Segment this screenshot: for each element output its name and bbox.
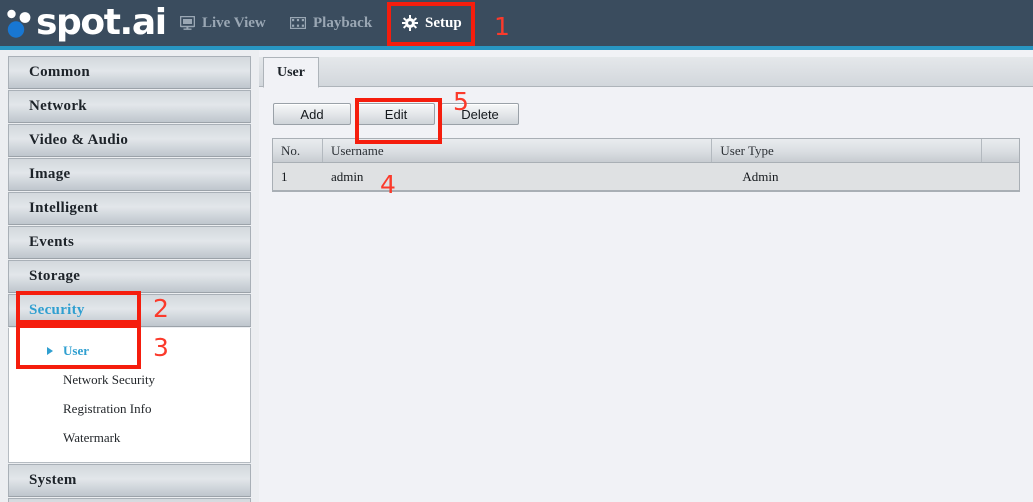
- cell-username: admin: [330, 168, 364, 184]
- sidebar-label-network: Network: [29, 98, 87, 114]
- column-header-username[interactable]: Username: [323, 139, 713, 162]
- nav-item-live-view[interactable]: Live View: [168, 0, 278, 46]
- column-header-user-type[interactable]: User Type: [712, 139, 983, 162]
- gear-icon: [402, 15, 418, 31]
- sidebar-label-storage: Storage: [29, 268, 81, 284]
- content-tabbar: User: [259, 57, 1033, 88]
- nav-label-setup: Setup: [425, 15, 462, 31]
- sidebar-groups: Common Network Video & Audio Image Intel…: [8, 56, 251, 502]
- column-header-spacer: [982, 139, 1019, 162]
- sidebar-item-common[interactable]: Common: [8, 56, 251, 89]
- add-button[interactable]: Add: [273, 103, 351, 125]
- brand-name: spot.ai: [36, 2, 167, 43]
- sidebar-label-security: Security: [29, 302, 85, 318]
- sidebar-item-events[interactable]: Events: [8, 226, 251, 259]
- sidebar-security-submenu: User Network Security Registration Info …: [8, 328, 251, 463]
- sidebar-label-image: Image: [29, 166, 71, 182]
- sidebar-item-watermark[interactable]: Watermark: [9, 423, 250, 452]
- nav-label-live-view: Live View: [202, 15, 266, 31]
- cell-user-type: Admin: [742, 168, 779, 184]
- sidebar-label-events: Events: [29, 234, 75, 250]
- nav-item-setup[interactable]: Setup: [390, 0, 474, 46]
- sidebar-label-registration-info: Registration Info: [63, 400, 152, 416]
- user-table: No. Username User Type 1 admin Admin: [272, 138, 1020, 192]
- sidebar-label-video-audio: Video & Audio: [29, 132, 129, 148]
- user-toolbar: Add Edit Delete: [273, 103, 519, 125]
- column-header-no[interactable]: No.: [273, 139, 323, 162]
- sidebar-item-video-audio[interactable]: Video & Audio: [8, 124, 251, 157]
- sidebar-item-network[interactable]: Network: [8, 90, 251, 123]
- edit-button-label: Edit: [384, 106, 408, 122]
- user-table-header: No. Username User Type: [273, 139, 1019, 163]
- sidebar-label-common: Common: [29, 64, 90, 80]
- tab-label-user: User: [277, 64, 305, 80]
- main-content: User Add Edit Delete No. Username User T…: [259, 50, 1033, 502]
- cell-no: 1: [281, 168, 288, 184]
- brand-logo[interactable]: spot.ai: [6, 1, 167, 45]
- film-strip-icon: [290, 17, 306, 29]
- tab-user[interactable]: User: [263, 57, 319, 88]
- delete-button-label: Delete: [461, 106, 499, 122]
- nav-label-playback: Playback: [313, 15, 373, 31]
- delete-button[interactable]: Delete: [441, 103, 519, 125]
- sidebar-label-network-security: Network Security: [63, 371, 156, 387]
- sidebar-item-storage[interactable]: Storage: [8, 260, 251, 293]
- sidebar-label-intelligent: Intelligent: [29, 200, 99, 216]
- sidebar-item-registration-info[interactable]: Registration Info: [9, 394, 250, 423]
- sidebar-label-system: System: [29, 472, 77, 488]
- triangle-right-icon: [47, 346, 53, 355]
- nav-item-playback[interactable]: Playback: [278, 0, 384, 46]
- edit-button[interactable]: Edit: [357, 103, 435, 125]
- monitor-icon: [180, 16, 195, 30]
- sidebar-item-intelligent[interactable]: Intelligent: [8, 192, 251, 225]
- table-row[interactable]: 1 admin Admin: [273, 163, 1019, 191]
- sidebar-label-user: User: [63, 342, 89, 358]
- sidebar-label-watermark: Watermark: [63, 429, 121, 445]
- sidebar-item-security[interactable]: Security: [8, 294, 251, 327]
- sidebar-item-user[interactable]: User: [9, 336, 250, 365]
- sidebar-item-network-security[interactable]: Network Security: [9, 365, 250, 394]
- cell-spacer: [982, 163, 1019, 190]
- sidebar-item-partial[interactable]: [8, 498, 251, 502]
- add-button-label: Add: [300, 106, 324, 122]
- sidebar-item-image[interactable]: Image: [8, 158, 251, 191]
- three-dot-logo-icon: [6, 7, 36, 41]
- sidebar-item-system[interactable]: System: [8, 464, 251, 497]
- setup-sidebar: Common Network Video & Audio Image Intel…: [0, 50, 259, 502]
- app-header: spot.ai Live View Playback Setup: [0, 0, 1033, 46]
